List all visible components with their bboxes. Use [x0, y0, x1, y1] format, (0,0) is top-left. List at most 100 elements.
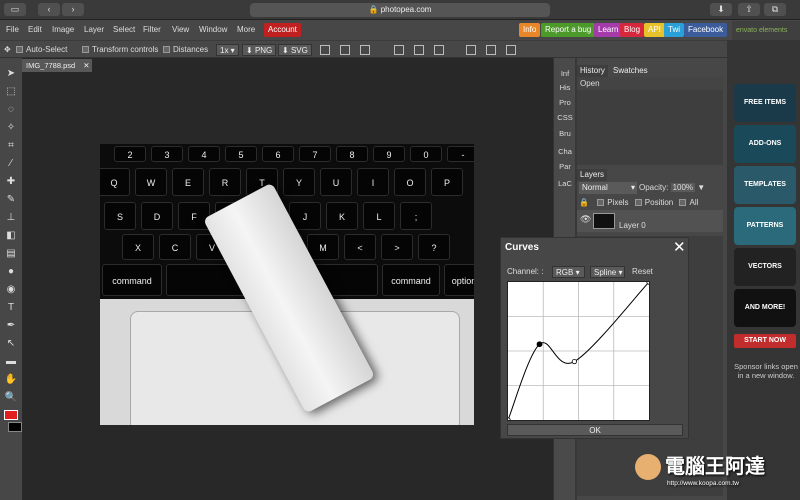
- facebook-link[interactable]: Facebook: [684, 23, 728, 37]
- info-link[interactable]: Info: [519, 23, 541, 37]
- tabs-icon[interactable]: ⧉: [764, 3, 786, 16]
- ad-patterns[interactable]: PATTERNS: [734, 207, 796, 245]
- interpolation-select[interactable]: Spline ▾: [590, 266, 625, 278]
- clone-stamp-tool-icon[interactable]: ⊥: [3, 210, 19, 226]
- lasso-tool-icon[interactable]: ◌: [3, 102, 19, 118]
- curve-point[interactable]: [505, 417, 511, 423]
- learn-link[interactable]: Learn: [594, 23, 623, 37]
- layer-row[interactable]: 👁 Layer 0: [577, 210, 723, 232]
- align-middle-icon[interactable]: [414, 45, 424, 55]
- ad-templates[interactable]: TEMPLATES: [734, 166, 796, 204]
- curve-plot[interactable]: [505, 279, 652, 423]
- menu-select[interactable]: Select: [113, 20, 135, 40]
- distribute-left-icon[interactable]: [466, 45, 476, 55]
- blog-link[interactable]: Blog: [620, 23, 645, 37]
- tab-history-panel[interactable]: History: [577, 65, 608, 77]
- layer-name[interactable]: Layer 0: [619, 221, 646, 230]
- tab-history[interactable]: His: [554, 80, 576, 95]
- close-icon[interactable]: ✕: [83, 61, 89, 70]
- tab-character[interactable]: Cha: [554, 144, 576, 159]
- menu-layer[interactable]: Layer: [84, 20, 104, 40]
- distribute-center-icon[interactable]: [486, 45, 496, 55]
- channel-select[interactable]: RGB ▾: [552, 266, 585, 278]
- shape-tool-icon[interactable]: ▬: [3, 354, 19, 370]
- tab-properties[interactable]: Pro: [554, 95, 576, 110]
- menu-edit[interactable]: Edit: [28, 20, 42, 40]
- tab-css[interactable]: CSS: [554, 110, 576, 125]
- twitter-link[interactable]: Twi: [664, 23, 684, 37]
- export-svg-button[interactable]: ⬇ SVG: [278, 44, 312, 56]
- download-icon[interactable]: ⬇: [710, 3, 732, 16]
- hand-tool-icon[interactable]: ✋: [3, 372, 19, 388]
- magic-wand-tool-icon[interactable]: ✧: [3, 120, 19, 136]
- align-center-icon[interactable]: [340, 45, 350, 55]
- auto-select-checkbox[interactable]: Auto-Select: [16, 41, 67, 59]
- api-link[interactable]: API: [644, 23, 665, 37]
- menu-file[interactable]: File: [6, 20, 19, 40]
- marquee-tool-icon[interactable]: ⬚: [3, 84, 19, 100]
- align-top-icon[interactable]: [394, 45, 404, 55]
- ad-add-ons[interactable]: ADD-ONS: [734, 125, 796, 163]
- report-bug-link[interactable]: Report a bug: [541, 23, 596, 37]
- start-now-button[interactable]: START NOW: [734, 334, 796, 348]
- export-png-button[interactable]: ⬇ PNG: [242, 44, 277, 56]
- menu-image[interactable]: Image: [52, 20, 74, 40]
- tab-paragraph[interactable]: Par: [554, 159, 576, 174]
- eyedropper-tool-icon[interactable]: ⁄: [3, 156, 19, 172]
- move-tool-icon[interactable]: ➤: [3, 66, 19, 82]
- ok-button[interactable]: OK: [507, 424, 683, 436]
- align-bottom-icon[interactable]: [434, 45, 444, 55]
- background-color-swatch[interactable]: [8, 422, 22, 432]
- lock-pixels-checkbox[interactable]: [597, 199, 605, 206]
- foreground-color-swatch[interactable]: [4, 410, 18, 420]
- url-bar[interactable]: 🔒 photopea.com: [250, 3, 550, 17]
- opacity-control[interactable]: Opacity: 100% ▼: [639, 182, 705, 194]
- tab-info[interactable]: Inf: [554, 66, 576, 81]
- distribute-right-icon[interactable]: [506, 45, 516, 55]
- close-icon[interactable]: ✕: [673, 238, 686, 256]
- reset-button[interactable]: Reset: [632, 267, 653, 276]
- distances-checkbox[interactable]: Distances: [163, 41, 208, 59]
- menu-filter[interactable]: Filter: [143, 20, 161, 40]
- gradient-tool-icon[interactable]: ▤: [3, 246, 19, 262]
- ad-vectors[interactable]: VECTORS: [734, 248, 796, 286]
- curve-point[interactable]: [536, 341, 543, 348]
- envato-logo[interactable]: envato elements: [732, 21, 800, 40]
- menu-account[interactable]: Account: [264, 23, 301, 37]
- document-image[interactable]: 234567890-QWERTYUIOPSDFGHJKL;XCVBNM<>?co…: [100, 144, 474, 425]
- transform-controls-checkbox[interactable]: Transform controls: [82, 41, 158, 59]
- zoom-select[interactable]: 1x ▾: [216, 44, 239, 56]
- crop-tool-icon[interactable]: ⌗: [3, 138, 19, 154]
- tab-layers[interactable]: Layers: [577, 169, 608, 181]
- brush-tool-icon[interactable]: ✎: [3, 192, 19, 208]
- healing-tool-icon[interactable]: ✚: [3, 174, 19, 190]
- ad-free-items[interactable]: FREE ITEMS: [734, 84, 796, 122]
- align-left-icon[interactable]: [320, 45, 330, 55]
- eye-icon[interactable]: 👁: [580, 214, 591, 225]
- document-tab[interactable]: IMG_7788.psd ✕: [22, 59, 92, 72]
- history-item[interactable]: Open: [577, 77, 723, 90]
- pen-tool-icon[interactable]: ✒: [3, 318, 19, 334]
- blur-tool-icon[interactable]: ●: [3, 264, 19, 280]
- tab-layer-comps[interactable]: LaC: [554, 176, 576, 191]
- dodge-tool-icon[interactable]: ◉: [3, 282, 19, 298]
- zoom-tool-icon[interactable]: 🔍: [3, 390, 19, 406]
- ad-and-more[interactable]: AND MORE!: [734, 289, 796, 327]
- opacity-value[interactable]: 100%: [670, 183, 696, 192]
- align-right-icon[interactable]: [360, 45, 370, 55]
- menu-view[interactable]: View: [172, 20, 189, 40]
- menu-more[interactable]: More: [237, 20, 255, 40]
- back-icon[interactable]: ‹: [38, 3, 60, 16]
- share-icon[interactable]: ⇧: [738, 3, 760, 16]
- curve-point[interactable]: [571, 358, 577, 365]
- lock-position-checkbox[interactable]: [634, 199, 642, 206]
- blend-mode-select[interactable]: Normal ▾: [579, 182, 637, 194]
- tab-swatches[interactable]: Swatches: [610, 65, 651, 77]
- eraser-tool-icon[interactable]: ◧: [3, 228, 19, 244]
- sidebar-icon[interactable]: ▭: [4, 3, 26, 16]
- menu-window[interactable]: Window: [199, 20, 227, 40]
- text-tool-icon[interactable]: T: [3, 300, 19, 316]
- tab-brush[interactable]: Bru: [554, 126, 576, 141]
- path-select-tool-icon[interactable]: ↖: [3, 336, 19, 352]
- lock-all-checkbox[interactable]: [679, 199, 687, 206]
